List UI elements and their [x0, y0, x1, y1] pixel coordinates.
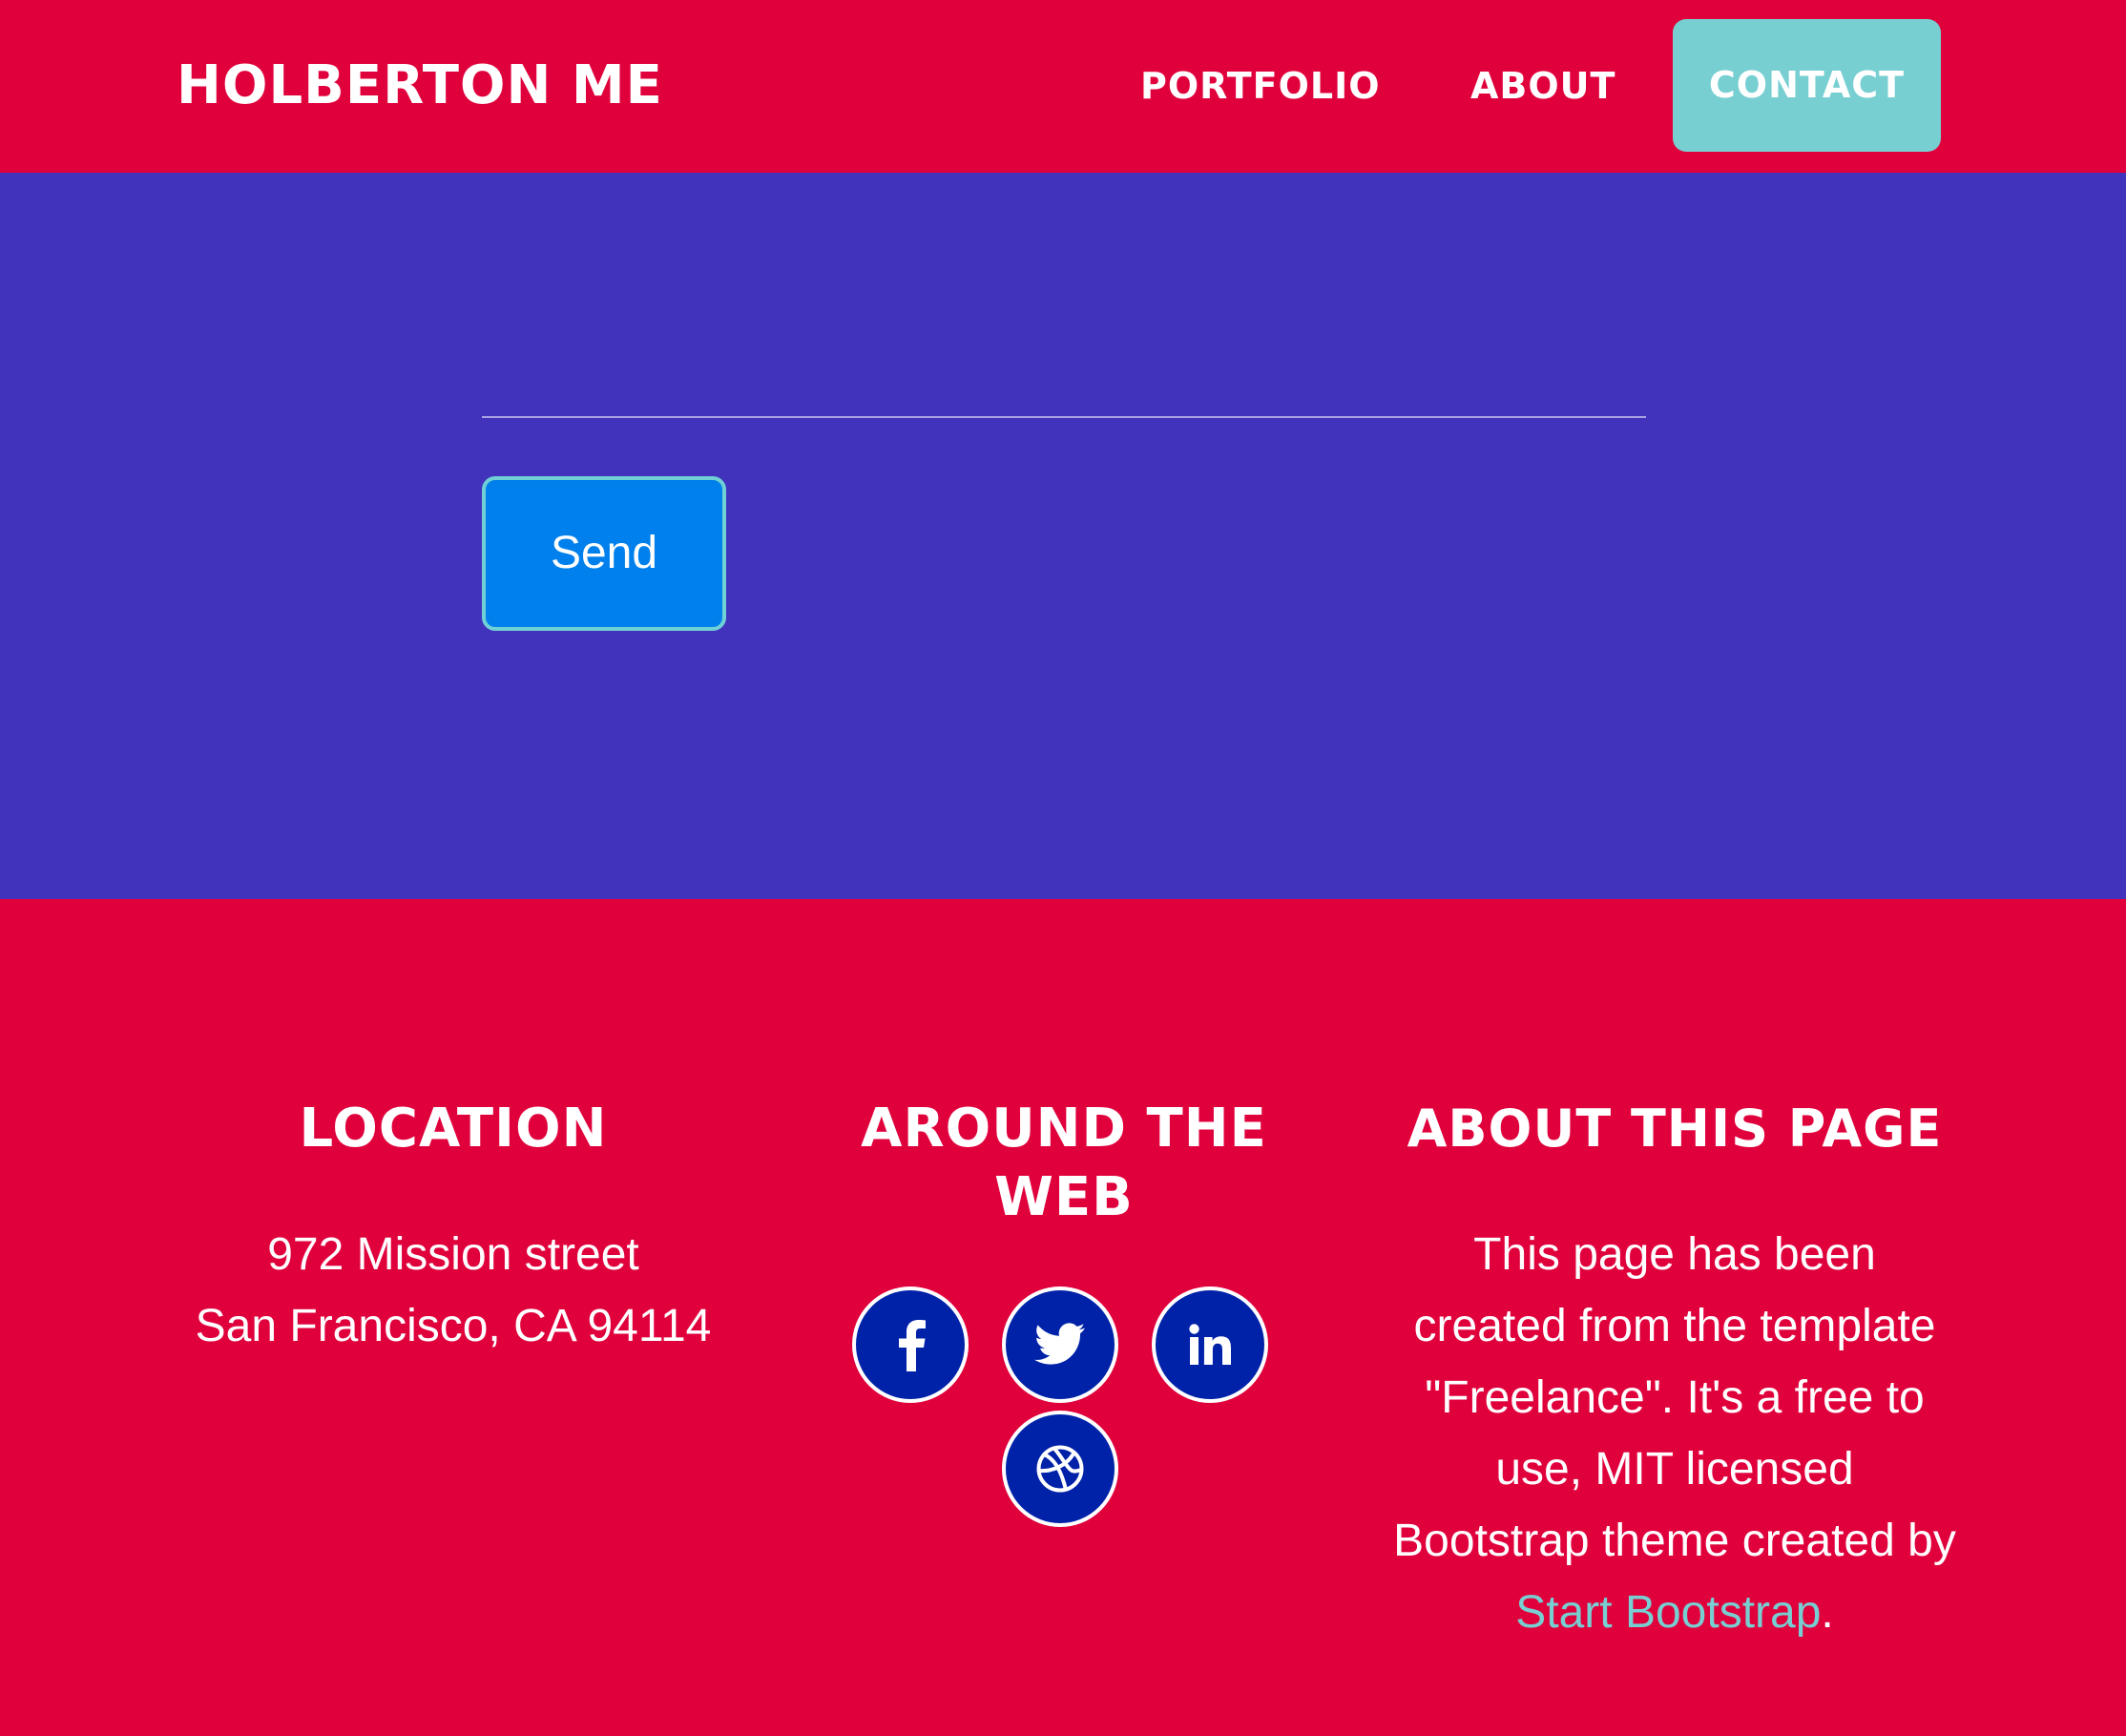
twitter-icon[interactable] — [1002, 1286, 1118, 1403]
navbar: HOLBERTON ME PORTFOLIO ABOUT CONTACT — [0, 0, 2126, 173]
nav-about[interactable]: ABOUT — [1470, 52, 1615, 119]
send-button[interactable]: Send — [482, 476, 726, 631]
web-heading: AROUND THE WEB — [861, 1098, 1267, 1228]
about-text: This page has been created from the temp… — [1393, 1229, 1956, 1566]
contact-section: Send — [0, 173, 2126, 899]
facebook-icon[interactable] — [852, 1286, 969, 1403]
about-end: . — [1821, 1587, 1834, 1638]
message-field-underline[interactable] — [482, 416, 1646, 418]
start-bootstrap-link[interactable]: Start Bootstrap — [1515, 1587, 1821, 1638]
address-line-1: 972 Mission street — [267, 1229, 639, 1280]
address-line-2: San Francisco, CA 94114 — [195, 1301, 712, 1351]
linkedin-icon[interactable] — [1152, 1286, 1268, 1403]
location-heading: LOCATION — [299, 1098, 608, 1160]
nav-portfolio[interactable]: PORTFOLIO — [1140, 52, 1381, 119]
nav-contact[interactable]: CONTACT — [1673, 19, 1941, 152]
location-address: 972 Mission street San Francisco, CA 941… — [153, 1219, 754, 1362]
about-heading: ABOUT THIS PAGE — [1407, 1098, 1943, 1159]
dribbble-icon[interactable] — [1002, 1411, 1118, 1527]
about-text-block: This page has been created from the temp… — [1393, 1219, 1956, 1648]
footer: LOCATION 972 Mission street San Francisc… — [0, 899, 2126, 1736]
brand-link[interactable]: HOLBERTON ME — [177, 52, 663, 119]
